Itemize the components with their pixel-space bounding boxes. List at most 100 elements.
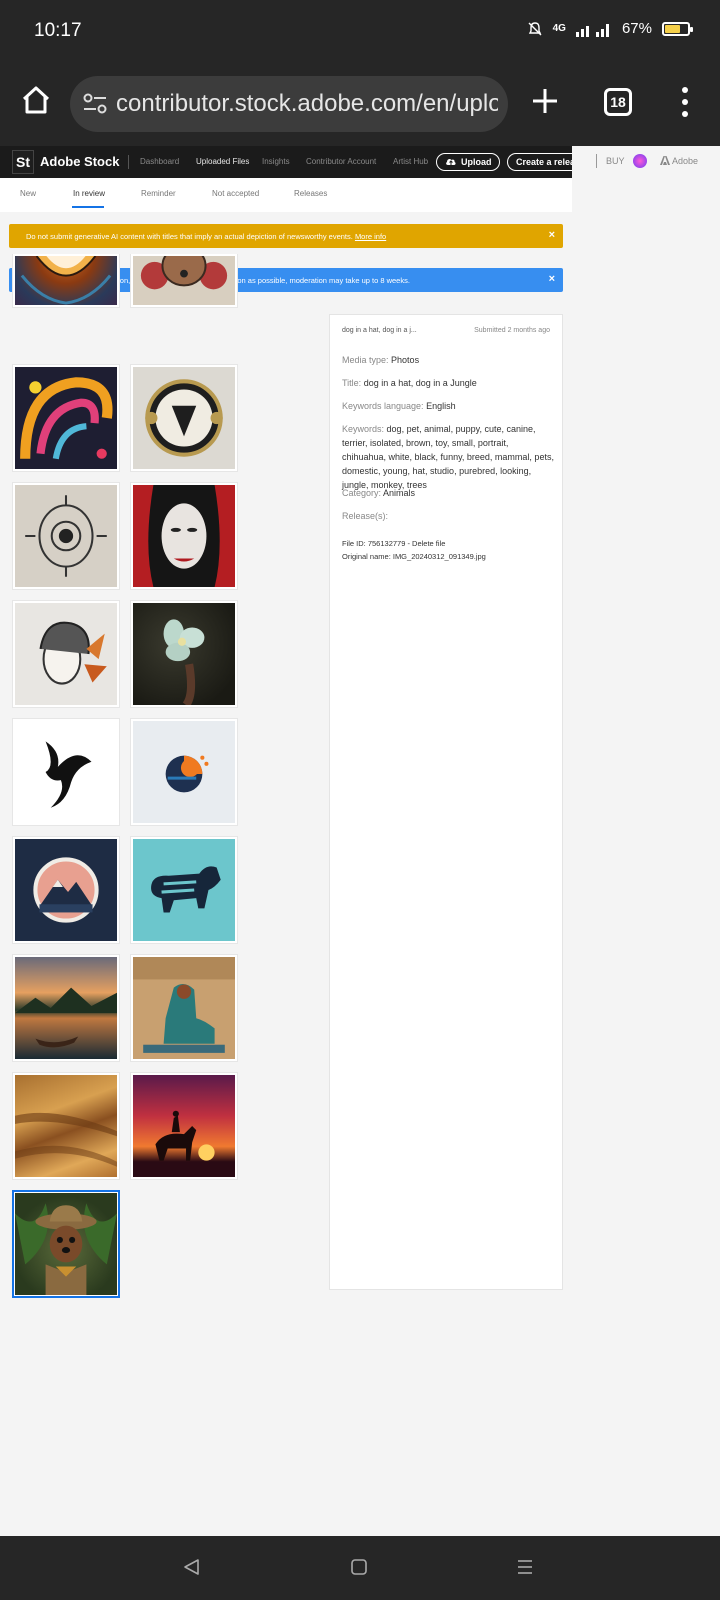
brand-name[interactable]: Adobe Stock xyxy=(40,154,119,169)
clock: 10:17 xyxy=(34,20,82,41)
category-row: Category: Animals xyxy=(342,486,554,500)
ornamental-eye-icon xyxy=(25,495,107,577)
woman-portrait-icon xyxy=(148,485,220,587)
thumbnail-lake-boat[interactable] xyxy=(12,954,120,1062)
tiger-illustration-icon xyxy=(20,256,112,305)
battery-level xyxy=(665,24,680,33)
tab-new[interactable]: New xyxy=(20,189,36,198)
lake-boat-photo-icon xyxy=(15,987,117,1048)
woman-sketch-icon xyxy=(39,621,107,685)
releases-row: Release(s): xyxy=(342,509,554,523)
web-page: St Adobe Stock Dashboard Uploaded Files … xyxy=(0,146,720,1536)
keywords-label: Keywords: xyxy=(342,424,385,434)
tab-in-review[interactable]: In review xyxy=(73,189,105,198)
thumbnail-emblem[interactable] xyxy=(130,364,238,472)
keywords-row: Keywords: dog, pet, animal, puppy, cute,… xyxy=(342,422,554,492)
floral-dog-illustration-icon xyxy=(140,256,228,290)
title-value: dog in a hat, dog in a Jungle xyxy=(363,378,477,388)
nav-contributor-account[interactable]: Contributor Account xyxy=(306,157,376,166)
adobe-link[interactable]: Adobe xyxy=(672,156,698,166)
upload-label: Upload xyxy=(461,157,492,167)
ai-content-warning: Do not submit generative AI content with… xyxy=(9,224,563,248)
cloud-upload-icon xyxy=(446,158,456,166)
title-row: Title: dog in a hat, dog in a Jungle xyxy=(342,376,554,390)
status-tabs: New In review Reminder Not accepted Rele… xyxy=(0,178,572,212)
thumbnail-tiger[interactable] xyxy=(12,254,120,308)
tab-switcher-button[interactable]: 18 xyxy=(604,88,632,116)
category-value: Animals xyxy=(383,488,416,498)
active-tab-indicator xyxy=(72,206,104,208)
create-release-button[interactable]: Create a release xyxy=(507,153,579,171)
back-icon[interactable] xyxy=(182,1558,200,1576)
thumbnail-floral-dog[interactable] xyxy=(130,254,238,308)
system-nav-bar xyxy=(0,1536,720,1600)
battery-percent: 67% xyxy=(621,20,652,37)
upload-button[interactable]: Upload xyxy=(436,153,500,171)
egyptian-mural-icon xyxy=(133,957,235,1053)
thumbnail-moon-sun-logo[interactable] xyxy=(130,718,238,826)
moon-sun-logo-icon xyxy=(165,755,209,793)
adobe-stock-logo[interactable]: St xyxy=(12,150,34,174)
browser-toolbar: contributor.stock.adobe.com/en/uplo 18 xyxy=(0,62,720,146)
home-nav-icon[interactable] xyxy=(350,1558,368,1576)
more-info-link[interactable]: More info xyxy=(355,232,386,241)
swirl-art-icon xyxy=(20,377,113,460)
new-tab-icon[interactable] xyxy=(530,86,560,116)
divider xyxy=(128,155,129,169)
status-bar: 10:17 4G 67% xyxy=(0,0,720,62)
desert-dunes-icon xyxy=(15,1112,117,1167)
thumbnail-egyptian-mural[interactable] xyxy=(130,954,238,1062)
media-type-value: Photos xyxy=(391,355,420,365)
nav-uploaded-files[interactable]: Uploaded Files xyxy=(196,157,249,166)
tab-releases[interactable]: Releases xyxy=(294,189,327,198)
title-label: Title: xyxy=(342,378,362,388)
battery-icon xyxy=(662,21,693,36)
detail-header-title: dog in a hat, dog in a j... xyxy=(342,327,417,334)
more-menu-icon[interactable] xyxy=(680,86,690,118)
mute-bell-icon xyxy=(528,21,542,35)
nav-insights[interactable]: Insights xyxy=(262,157,290,166)
thumbnail-ornamental-eye[interactable] xyxy=(12,482,120,590)
submitted-date: Submitted 2 months ago xyxy=(474,327,550,334)
warning-message: Do not submit generative AI content with… xyxy=(26,232,386,241)
bull-logo-icon xyxy=(151,866,221,913)
recents-icon[interactable] xyxy=(516,1558,534,1576)
signal-icon xyxy=(575,23,609,37)
thumbnail-mountain-badge[interactable] xyxy=(12,836,120,944)
network-label: 4G xyxy=(552,23,566,34)
bird-logo-icon xyxy=(45,741,92,808)
thumbnail-desert-dunes[interactable] xyxy=(12,1072,120,1180)
tab-reminder[interactable]: Reminder xyxy=(141,189,176,198)
thumbnail-dog-in-hat[interactable] xyxy=(12,1190,120,1298)
site-settings-icon[interactable] xyxy=(82,92,108,116)
url-text[interactable]: contributor.stock.adobe.com/en/uplo xyxy=(116,90,498,118)
thumbnail-bird-logo[interactable] xyxy=(12,718,120,826)
close-icon[interactable]: × xyxy=(549,273,555,285)
category-label: Category: xyxy=(342,488,382,498)
thumbnail-woman-red[interactable] xyxy=(130,482,238,590)
media-type-row: Media type: Photos xyxy=(342,353,554,367)
close-icon[interactable]: × xyxy=(549,229,555,241)
tab-not-accepted[interactable]: Not accepted xyxy=(212,189,259,198)
site-header: St Adobe Stock Dashboard Uploaded Files … xyxy=(0,146,579,178)
keywords-language-value: English xyxy=(426,401,456,411)
dog-in-hat-photo-icon xyxy=(15,1203,117,1295)
nav-artist-hub[interactable]: Artist Hub xyxy=(393,157,428,166)
thumbnail-white-flower[interactable] xyxy=(130,600,238,708)
status-icons: 4G 67% xyxy=(527,20,693,37)
file-id[interactable]: File ID: 756132779 - Delete file xyxy=(342,539,445,548)
address-bar[interactable]: contributor.stock.adobe.com/en/uplo xyxy=(70,76,508,132)
home-icon[interactable] xyxy=(18,82,54,118)
thumbnail-colorful-swirl[interactable] xyxy=(12,364,120,472)
buy-link[interactable]: BUY xyxy=(606,156,625,166)
file-detail-panel: dog in a hat, dog in a j... Submitted 2 … xyxy=(329,314,563,1290)
creative-cloud-icon[interactable] xyxy=(633,154,647,168)
thumbnail-woman-sketch[interactable] xyxy=(12,600,120,708)
media-type-label: Media type: xyxy=(342,355,389,365)
nav-dashboard[interactable]: Dashboard xyxy=(140,157,179,166)
thumbnail-bull-logo[interactable] xyxy=(130,836,238,944)
adobe-logo-icon xyxy=(660,156,670,165)
horse-rider-photo-icon xyxy=(155,1110,215,1161)
thumbnail-horse-rider[interactable] xyxy=(130,1072,238,1180)
mountain-badge-icon xyxy=(33,857,99,923)
